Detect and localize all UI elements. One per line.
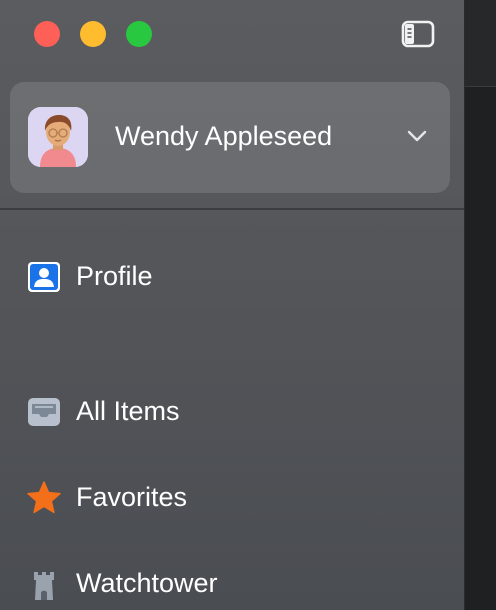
close-window-button[interactable]: [34, 21, 60, 47]
main-content-area: [465, 0, 496, 610]
sidebar-toggle-icon: [401, 20, 435, 48]
account-name: Wendy Appleseed: [115, 121, 333, 151]
sidebar-item-watchtower[interactable]: Watchtower: [0, 558, 464, 608]
zoom-window-button[interactable]: [126, 21, 152, 47]
minimize-window-button[interactable]: [80, 21, 106, 47]
star-icon: [27, 481, 61, 514]
sidebar-toggle-button[interactable]: [401, 20, 435, 48]
account-switcher[interactable]: Wendy Appleseed: [10, 82, 450, 193]
sidebar-item-label: Profile: [76, 261, 153, 291]
sidebar-divider: [0, 208, 464, 210]
sidebar-item-label: Favorites: [76, 482, 188, 512]
main-toolbar: [465, 0, 496, 87]
tower-icon: [34, 572, 54, 600]
sidebar-item-profile[interactable]: Profile: [0, 251, 464, 301]
sidebar-item-all-items[interactable]: All Items: [0, 386, 464, 436]
sidebar-item-label: Watchtower: [76, 568, 218, 598]
sidebar-item-label: All Items: [76, 396, 180, 426]
app-window: Wendy Appleseed Profile All Items Favori…: [0, 0, 496, 610]
tray-icon: [28, 398, 60, 426]
chevron-down-icon[interactable]: [406, 127, 428, 145]
user-avatar: [28, 107, 88, 167]
sidebar-item-favorites[interactable]: Favorites: [0, 472, 464, 522]
sidebar: Wendy Appleseed Profile All Items Favori…: [0, 0, 465, 610]
person-card-icon: [28, 262, 60, 292]
